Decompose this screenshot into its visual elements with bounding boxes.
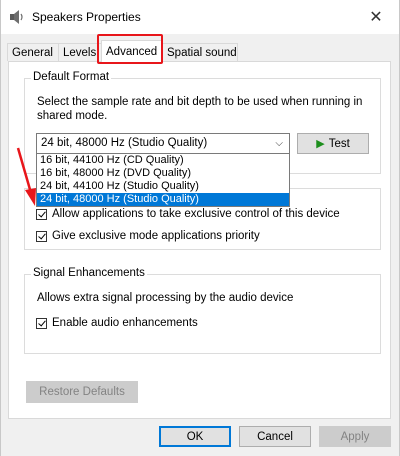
tab-spatial-sound[interactable]: Spatial sound [162,43,238,61]
test-button[interactable]: ▶ Test [297,133,369,154]
close-icon: ✕ [369,9,383,26]
sample-rate-selected-value: 24 bit, 48000 Hz (Studio Quality) [41,137,208,149]
checkbox-checked-icon[interactable] [36,208,47,220]
play-icon: ▶ [316,138,325,150]
sample-rate-option[interactable]: 16 bit, 48000 Hz (DVD Quality) [37,167,289,180]
default-format-legend: Default Format [31,71,112,83]
title-bar: Speakers Properties ✕ [1,0,399,34]
apply-button[interactable]: Apply [319,426,391,447]
enable-audio-enhancements-checkbox[interactable]: Enable audio enhancements [36,317,198,329]
signal-enhancements-legend: Signal Enhancements [31,267,147,279]
sample-rate-dropdown-list: 16 bit, 44100 Hz (CD Quality) 16 bit, 48… [36,153,290,207]
close-button[interactable]: ✕ [353,0,399,34]
sample-rate-option-selected[interactable]: 24 bit, 48000 Hz (Studio Quality) [37,193,289,206]
give-priority-checkbox[interactable]: Give exclusive mode applications priorit… [36,230,260,242]
sample-rate-select[interactable]: 24 bit, 48000 Hz (Studio Quality) ⌵ [36,133,290,154]
checkbox-checked-icon[interactable] [36,230,47,242]
allow-exclusive-checkbox[interactable]: Allow applications to take exclusive con… [36,208,340,220]
speaker-icon [10,10,23,24]
tab-general[interactable]: General [7,43,59,61]
ok-button[interactable]: OK [159,426,231,447]
speakers-properties-dialog: Speakers Properties ✕ General Levels Adv… [0,0,400,456]
sample-rate-option[interactable]: 16 bit, 44100 Hz (CD Quality) [37,154,289,167]
allow-exclusive-label: Allow applications to take exclusive con… [52,208,340,220]
give-priority-label: Give exclusive mode applications priorit… [52,230,260,242]
signal-enhancements-description: Allows extra signal processing by the au… [37,292,294,304]
tab-levels[interactable]: Levels [58,43,102,61]
cancel-button[interactable]: Cancel [239,426,311,447]
sample-rate-option[interactable]: 24 bit, 44100 Hz (Studio Quality) [37,180,289,193]
checkbox-checked-icon[interactable] [36,317,47,329]
chevron-down-icon: ⌵ [275,138,283,149]
signal-enhancements-group: Signal Enhancements [24,267,381,354]
tab-advanced[interactable]: Advanced [101,40,163,63]
window-title: Speakers Properties [32,10,141,24]
default-format-description: Select the sample rate and bit depth to … [37,96,363,122]
restore-defaults-button[interactable]: Restore Defaults [26,381,138,403]
test-button-label: Test [328,137,350,150]
enable-audio-enhancements-label: Enable audio enhancements [52,317,198,329]
